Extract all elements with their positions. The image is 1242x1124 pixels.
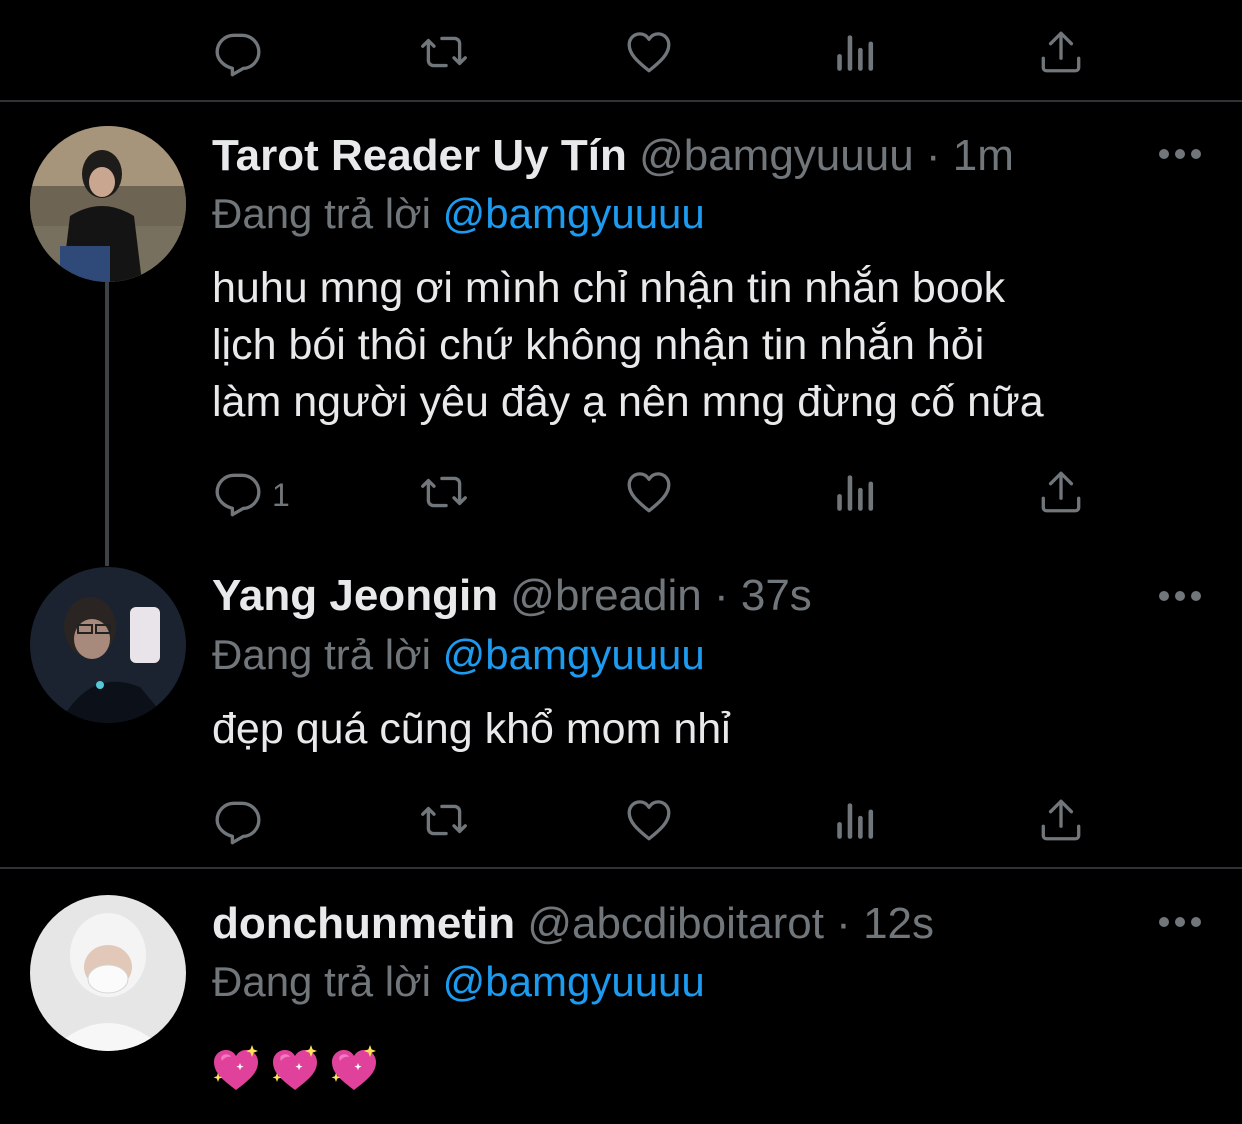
handle[interactable]: @breadin (510, 571, 701, 620)
handle[interactable]: @bamgyuuuu (639, 131, 914, 180)
handle[interactable]: @abcdiboitarot (527, 899, 824, 948)
tweet-text-line: làm người yêu đây ạ nên mng đừng cố nữa (212, 378, 1044, 426)
tweet-header: Yang Jeongin @breadin · 37s (212, 568, 812, 624)
display-name[interactable]: Yang Jeongin (212, 571, 498, 620)
tweet-text-line: đẹp quá cũng khổ mom nhỉ (212, 705, 731, 753)
views-icon[interactable] (831, 467, 881, 517)
more-icon[interactable] (1158, 915, 1202, 929)
timestamp[interactable]: 37s (741, 571, 812, 620)
replying-to: Đang trả lời @bamgyuuuu (212, 627, 705, 683)
views-icon[interactable] (831, 795, 881, 845)
divider (0, 867, 1242, 869)
like-icon[interactable] (624, 467, 674, 517)
timestamp[interactable]: 12s (863, 899, 934, 948)
avatar[interactable] (30, 567, 186, 723)
replying-to-label: Đang trả lời (212, 958, 443, 1005)
separator: · (913, 131, 953, 180)
separator: · (823, 899, 864, 948)
tweet-text-line: huhu mng ơi mình chỉ nhận tin nhắn book (212, 264, 1006, 312)
sparkling-heart-icon (328, 1043, 380, 1095)
reply-icon[interactable] (213, 27, 263, 77)
replying-to: Đang trả lời @bamgyuuuu (212, 186, 705, 242)
display-name[interactable]: Tarot Reader Uy Tín (212, 131, 627, 180)
divider (0, 100, 1242, 102)
retweet-icon[interactable] (419, 27, 469, 77)
tweet-header: Tarot Reader Uy Tín @bamgyuuuu · 1m (212, 128, 1014, 184)
retweet-icon[interactable] (419, 467, 469, 517)
like-icon[interactable] (624, 795, 674, 845)
mention-link[interactable]: @bamgyuuuu (443, 958, 705, 1005)
display-name[interactable]: donchunmetin (212, 899, 515, 948)
replying-to: Đang trả lời @bamgyuuuu (212, 954, 705, 1010)
mention-link[interactable]: @bamgyuuuu (443, 631, 705, 678)
reply-icon[interactable] (213, 795, 263, 845)
retweet-icon[interactable] (419, 795, 469, 845)
share-icon[interactable] (1036, 467, 1086, 517)
replying-to-label: Đang trả lời (212, 190, 443, 237)
tweet-header: donchunmetin @abcdiboitarot · 12s (212, 896, 934, 952)
thread-line (105, 282, 109, 566)
timestamp[interactable]: 1m (953, 131, 1014, 180)
like-icon[interactable] (624, 27, 674, 77)
avatar[interactable] (30, 126, 186, 282)
sparkling-heart-icon (269, 1043, 321, 1095)
share-icon[interactable] (1036, 27, 1086, 77)
share-icon[interactable] (1036, 795, 1086, 845)
avatar[interactable] (30, 895, 186, 1051)
more-icon[interactable] (1158, 147, 1202, 161)
reply-icon[interactable] (213, 467, 263, 517)
separator: · (701, 571, 741, 620)
reply-count: 1 (272, 477, 290, 513)
views-icon[interactable] (831, 27, 881, 77)
more-icon[interactable] (1158, 589, 1202, 603)
mention-link[interactable]: @bamgyuuuu (443, 190, 705, 237)
tweet-text-line: lịch bói thôi chứ không nhận tin nhắn hỏ… (212, 321, 985, 369)
sparkling-heart-icon (210, 1043, 262, 1095)
replying-to-label: Đang trả lời (212, 631, 443, 678)
